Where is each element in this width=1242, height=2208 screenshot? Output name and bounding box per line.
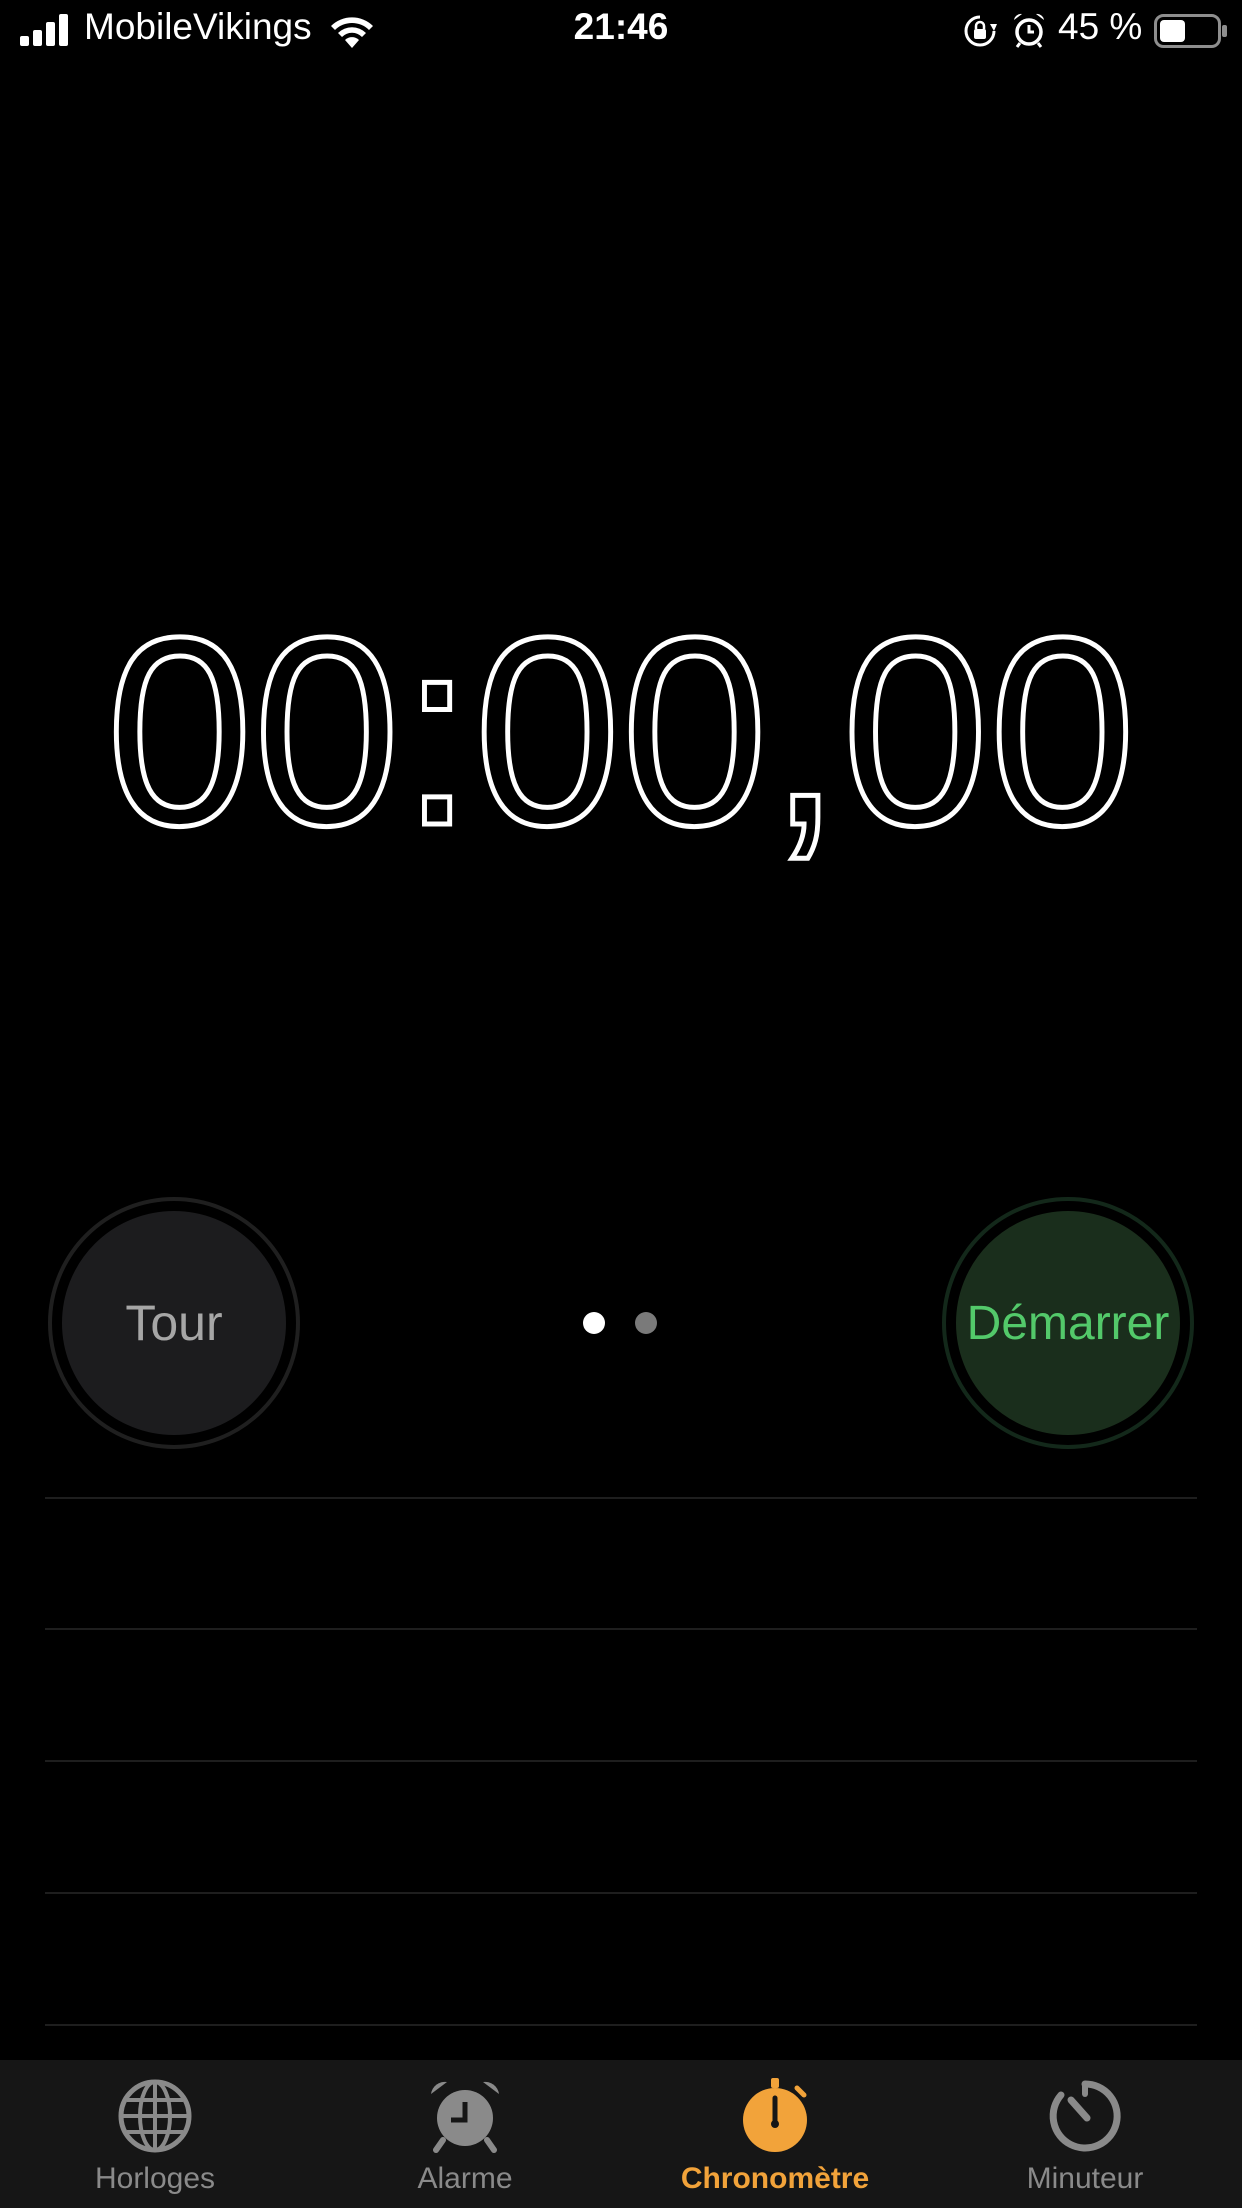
lap-button-face[interactable]: Tour <box>58 1207 290 1439</box>
lap-separator <box>45 1628 1197 1630</box>
lap-button[interactable]: Tour <box>48 1197 300 1449</box>
tab-stopwatch[interactable]: Chronomètre <box>620 2060 930 2208</box>
lap-separator <box>45 1497 1197 1499</box>
tab-label: Alarme <box>417 2162 513 2195</box>
tab-timer[interactable]: Minuteur <box>930 2060 1240 2208</box>
start-button-face[interactable]: Démarrer <box>952 1207 1184 1439</box>
tab-world-clock[interactable]: Horloges <box>0 2060 310 2208</box>
page-dot-active[interactable] <box>583 1312 605 1334</box>
clock-time: 21:46 <box>573 6 669 47</box>
page-indicator[interactable] <box>583 1312 663 1336</box>
lap-separator <box>45 1760 1197 1762</box>
lap-button-label: Tour <box>125 1295 223 1351</box>
battery-percentage: 45 % <box>1058 6 1143 47</box>
globe-icon <box>118 2079 192 2153</box>
status-bar: MobileVikings 21:46 45 % <box>0 0 1242 62</box>
tab-label: Chronomètre <box>680 2162 870 2195</box>
tab-label: Horloges <box>94 2162 216 2195</box>
page-dot-inactive[interactable] <box>635 1312 657 1334</box>
start-button[interactable]: Démarrer <box>942 1197 1194 1449</box>
tab-label: Minuteur <box>1026 2162 1144 2195</box>
stopwatch-time: 00:00,00 <box>106 590 1136 870</box>
tab-bar: Horloges Alarme Chronomètre Minuteur <box>0 2060 1242 2208</box>
alarm-status-icon <box>1014 13 1044 48</box>
start-button-label: Démarrer <box>966 1296 1170 1350</box>
lap-separator <box>45 1892 1197 1894</box>
stopwatch-icon <box>743 2078 807 2152</box>
alarm-clock-icon <box>431 2081 499 2153</box>
battery-icon <box>1154 14 1227 48</box>
orientation-lock-icon <box>964 15 997 47</box>
lap-separator <box>45 2024 1197 2026</box>
stopwatch-display: 00:00,00 <box>104 590 1139 870</box>
timer-icon <box>1049 2080 1121 2152</box>
tab-alarm[interactable]: Alarme <box>310 2060 620 2208</box>
